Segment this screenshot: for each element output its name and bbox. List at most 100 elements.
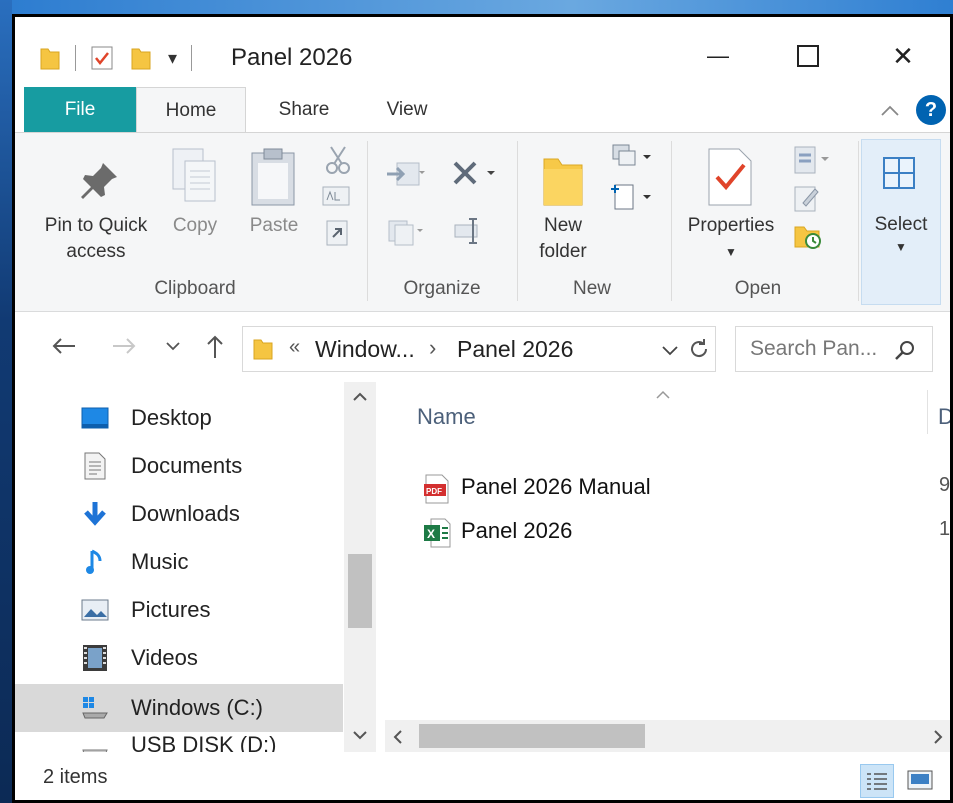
file-list: Name D PDF Panel 2026 Manual 9 X Panel 2… [385,382,951,752]
file-date: 9 [939,474,951,496]
minimize-button[interactable]: — [688,31,748,81]
copy-path-icon[interactable] [321,185,351,207]
toolbar-separator [191,45,193,71]
desktop-background-top [0,0,953,14]
nav-item-pictures[interactable]: Pictures [15,586,343,634]
nav-label: Music [131,549,189,574]
copy-button[interactable]: Copy [163,213,227,239]
paste-button[interactable]: Paste [239,213,309,239]
up-arrow-icon[interactable] [205,334,225,360]
properties-checkmark-icon[interactable] [90,45,114,71]
item-count: 2 items [43,766,108,788]
nav-item-videos[interactable]: Videos [15,634,343,682]
window-title: Panel 2026 [231,44,353,71]
paste-icon [251,148,295,206]
music-icon [81,548,109,576]
properties-button[interactable]: Properties ▼ [679,213,783,265]
navigation-bar: « Window... › Panel 2026 Search Pan... [15,312,950,382]
customize-toolbar-button[interactable]: ▾ [168,48,177,69]
group-separator [671,141,672,301]
history-icon[interactable] [793,221,823,251]
pin-icon [81,163,117,199]
pictures-icon [81,596,109,624]
nav-label: Windows (C:) [131,695,264,720]
organize-group-label: Organize [403,278,481,299]
delete-icon[interactable] [451,155,499,191]
tab-view[interactable]: View [362,87,452,133]
select-button[interactable]: Select ▼ [861,139,941,305]
file-row[interactable]: PDF Panel 2026 Manual 9 [415,472,951,506]
scroll-left-icon[interactable] [393,730,403,744]
address-dropdown-icon[interactable] [661,345,679,357]
column-header-date[interactable]: D [938,404,950,430]
group-separator [517,141,518,301]
toolbar-separator [75,45,76,71]
tab-home[interactable]: Home [136,87,246,133]
scroll-right-icon[interactable] [933,730,943,744]
scroll-up-icon[interactable] [353,392,367,402]
videos-icon [81,644,109,672]
edit-icon[interactable] [793,183,821,213]
new-folder-label-line2: folder [539,241,587,262]
move-to-icon[interactable] [385,159,425,189]
nav-item-downloads[interactable]: Downloads [15,490,343,538]
forward-arrow-icon[interactable] [111,336,137,356]
explorer-window: ▾ Panel 2026 — ✕ File Home Share View ? … [12,14,953,803]
new-item-icon[interactable] [609,143,655,173]
paste-shortcut-icon[interactable] [325,219,349,247]
scrollbar-thumb[interactable] [348,554,372,628]
group-separator [858,141,859,301]
horizontal-scrollbar-thumb[interactable] [419,724,645,748]
scroll-down-icon[interactable] [353,730,367,740]
help-icon[interactable]: ? [916,95,946,125]
breadcrumb-panel-2026[interactable]: Panel 2026 [457,336,573,363]
rename-icon[interactable] [453,215,483,247]
search-icon[interactable] [894,339,916,361]
copy-to-icon[interactable] [385,217,425,247]
folder-icon [40,48,60,70]
collapse-ribbon-icon[interactable] [880,103,900,117]
new-folder-icon [543,158,583,206]
nav-item-documents[interactable]: Documents [15,442,343,490]
cut-icon[interactable] [325,145,351,175]
recent-locations-chevron-icon[interactable] [165,340,181,352]
copy-icon [172,148,216,202]
tab-file[interactable]: File [24,87,136,133]
nav-item-music[interactable]: Music [15,538,343,586]
nav-item-desktop[interactable]: Desktop [15,394,343,442]
nav-item-windows-c[interactable]: Windows (C:) [15,684,343,732]
file-row[interactable]: X Panel 2026 1 [415,516,951,550]
details-view-button[interactable] [860,764,894,798]
close-button[interactable]: ✕ [873,31,933,81]
pin-to-quick-access-button[interactable]: Pin to Quick access [37,213,155,265]
address-bar[interactable]: « Window... › Panel 2026 [242,326,716,372]
nav-label: Pictures [131,597,211,622]
file-name: Panel 2026 Manual [461,474,651,499]
clipboard-group-label: Clipboard [154,278,236,299]
refresh-icon[interactable] [687,337,711,361]
desktop-icon [81,404,109,432]
overflow-chevron[interactable]: « [289,336,300,359]
new-folder-quick-icon[interactable] [130,45,152,71]
properties-dropdown-icon: ▼ [725,245,737,259]
navigation-scrollbar[interactable] [344,382,376,752]
minimize-icon: — [707,43,729,68]
large-icons-view-button[interactable] [903,764,937,798]
breadcrumb-windows[interactable]: Window... [315,336,415,363]
pin-label-line2: access [66,241,126,262]
horizontal-scrollbar[interactable] [385,720,950,752]
search-input[interactable]: Search Pan... [750,337,877,361]
search-box[interactable]: Search Pan... [735,326,933,372]
open-icon[interactable] [791,145,835,175]
maximize-button[interactable] [778,31,838,81]
new-folder-button[interactable]: New folder [523,213,603,265]
select-label: Select [874,214,928,235]
nav-label: Videos [131,645,198,670]
tab-share[interactable]: Share [256,87,352,133]
easy-access-icon[interactable] [609,181,655,213]
back-arrow-icon[interactable] [51,336,77,356]
downloads-icon [81,500,109,528]
column-header-name[interactable]: Name [417,404,476,430]
navigation-pane: Desktop Documents Downloads Music Pictur… [15,382,385,756]
file-date: 1 [939,518,951,540]
